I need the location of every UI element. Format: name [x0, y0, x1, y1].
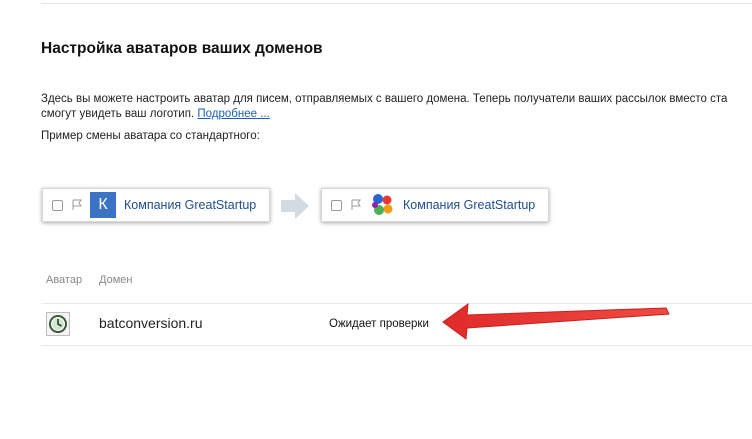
column-header-domain: Домен — [99, 274, 133, 286]
sender-name: Компания GreatStartup — [124, 198, 257, 212]
column-header-avatar: Аватар — [46, 274, 83, 286]
description-line-1: Здесь вы можете настроить аватар для пис… — [41, 93, 728, 105]
description-line-2-text: смогут увидеть ваш логотип. — [41, 108, 195, 120]
domain-name: batconversion.ru — [99, 315, 203, 331]
flag-icon — [71, 199, 83, 211]
arrow-right-icon — [281, 193, 309, 224]
default-avatar-icon: К — [90, 192, 116, 218]
status-text: Ожидает проверки — [329, 318, 429, 330]
example-label: Пример смены аватара со стандартного: — [41, 130, 260, 142]
flag-icon — [350, 199, 362, 211]
top-divider — [41, 0, 752, 4]
description-line-2: смогут увидеть ваш логотип. Подробнее ..… — [41, 107, 752, 122]
checkbox-icon — [52, 199, 63, 211]
preview-before-card: К Компания GreatStartup — [42, 188, 270, 222]
checkbox-icon — [331, 199, 342, 211]
red-arrow-icon — [440, 300, 672, 349]
sender-name: Компания GreatStartup — [403, 198, 536, 212]
company-logo-icon — [369, 192, 395, 218]
page-title: Настройка аватаров ваших доменов — [41, 40, 323, 57]
preview-after-card: Компания GreatStartup — [321, 188, 549, 222]
clock-icon — [46, 312, 70, 336]
more-link[interactable]: Подробнее ... — [197, 108, 269, 120]
description: Здесь вы можете настроить аватар для пис… — [41, 92, 752, 122]
